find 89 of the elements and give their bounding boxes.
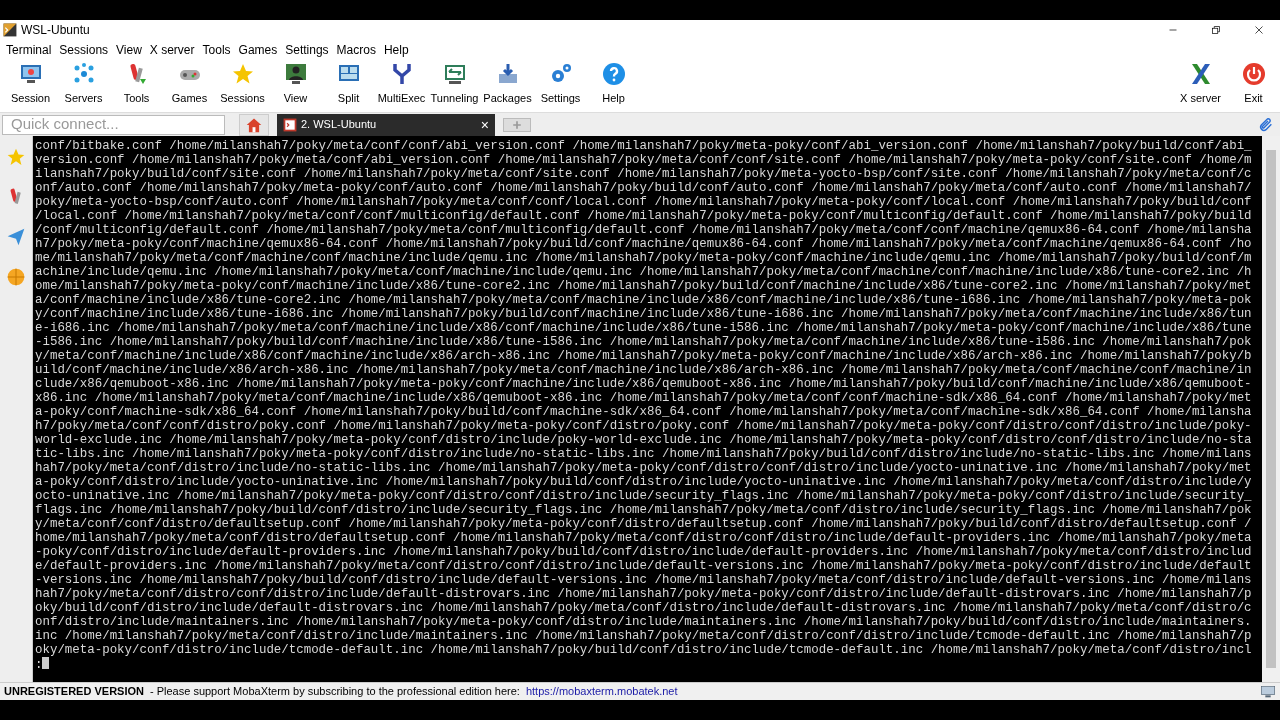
terminal-line: octo-uninative.inc /home/milanshah7/poky/meta-poky/conf/distro/conf/distro/include/security_flags.inc /home/milanshah7/poky/meta-poky/conf/distro/include/security_ (35, 489, 1253, 503)
menu-item[interactable]: Help (379, 41, 413, 59)
paper-plane-icon (6, 227, 26, 247)
star-icon (6, 147, 26, 167)
terminal-line: -versions.inc /home/milanshah7/poky/build/conf/distro/include/default-versions.inc /home/milanshah7/poky/meta/conf/distro/include/default-versions.inc /home/milans (35, 573, 1253, 587)
toolbar-button[interactable]: Exit (1227, 60, 1280, 105)
toolbar-button[interactable]: Session (4, 60, 57, 105)
session-tab[interactable]: 2. WSL-Ubuntu × (277, 113, 495, 136)
monitor-icon (18, 62, 43, 86)
terminal-line: tic-libs.inc /home/milanshah7/poky/meta-poky/conf/distro/include/no-static-libs.inc /home/milanshah7/poky/build/conf/distro/include/no-static-libs.inc /home/milans (35, 447, 1253, 461)
toolbar-button[interactable]: MultiExec (375, 60, 428, 105)
toolbar-button[interactable]: Settings (534, 60, 587, 105)
new-tab-button[interactable] (503, 117, 531, 132)
tab-title: 2. WSL-Ubuntu (301, 117, 377, 133)
terminal-line: /local.conf /home/milanshah7/poky/meta/conf/conf/multiconfig/default.conf /home/milanshah7/poky/meta-poky/conf/multiconfig/default.conf /home/milanshah7/poky/build (35, 209, 1253, 223)
terminal-line: y/conf/machine/include/x86/tune-i686.inc /home/milanshah7/poky/build/conf/machine/include/x86/tune-i686.inc /home/milanshah7/poky/meta/conf/machine/include/x86/tun (35, 307, 1253, 321)
terminal-line: hah7/poky/meta/conf/distro/include/no-static-libs.inc /home/milanshah7/poky/meta-poky/conf/distro/conf/distro/include/yocto-uninative.inc /home/milanshah7/poky/met (35, 461, 1253, 475)
menu-item[interactable]: Tools (198, 41, 235, 59)
terminal-line: y/meta/conf/conf/distro/defaultsetup.conf /home/milanshah7/poky/meta-poky/conf/distro/defaultsetup.conf /home/milanshah7/poky/build/conf/distro/defaultsetup.conf / (35, 517, 1253, 531)
terminal-icon (3, 23, 17, 37)
terminal-line: hah7/poky/meta/conf/distro/conf/distro/include/default-distrovars.inc /home/milanshah7/poky/meta-poky/conf/distro/include/default-distrovars.inc /home/milanshah7/p (35, 587, 1253, 601)
terminal-prompt: : (35, 657, 1262, 672)
terminal-line: home/milanshah7/poky/meta/conf/distro/defaultsetup.conf /home/milanshah7/poky/meta/conf/distro/conf/distro/include/default-providers.inc /home/milanshah7/poky/meta (35, 531, 1253, 545)
terminal-line: world-exclude.inc /home/milanshah7/poky/meta-poky/conf/distro/include/poky-world-exclude.inc /home/milanshah7/poky/meta-poky/conf/distro/conf/distro/include/no-sta (35, 433, 1253, 447)
toolbar-button[interactable]: View (269, 60, 322, 105)
terminal-line: uild/conf/machine/include/x86/arch-x86.inc /home/milanshah7/poky/meta/conf/machine/include/x86/arch-x86.inc /home/milanshah7/poky/meta/conf/machine/conf/machine/in (35, 363, 1253, 377)
terminal-line: x86.inc /home/milanshah7/poky/meta/conf/machine/include/x86/qemuboot-x86.inc /home/milanshah7/poky/meta/conf/conf/machine-sdk/x86_64.conf /home/milanshah7/poky/met (35, 391, 1253, 405)
terminal-icon (283, 117, 297, 132)
terminal-line: inc /home/milanshah7/poky/meta/conf/distro/include/maintainers.inc /home/milanshah7/poky/meta/conf/distro/conf/distro/include/tcmode-default.inc /home/milanshah7/p (35, 629, 1253, 643)
paperclip-icon[interactable] (1258, 116, 1274, 133)
plus-icon (512, 119, 522, 130)
home-icon (245, 116, 263, 133)
help-icon (601, 62, 626, 86)
terminal-line: a-poky/conf/distro/include/yocto-uninative.inc /home/milanshah7/poky/build/conf/distro/include/yocto-uninative.inc /home/milanshah7/poky/meta/conf/distro/include/y (35, 475, 1253, 489)
toolbar-button[interactable]: Split (322, 60, 375, 105)
terminal-line: me/milanshah7/poky/meta/conf/machine/conf/machine/include/qemu.inc /home/milanshah7/poky/meta-poky/conf/machine/include/qemu.inc /home/milanshah7/poky/build/conf/m (35, 251, 1253, 265)
menu-item[interactable]: Terminal (2, 41, 56, 59)
menu-item[interactable]: Settings (281, 41, 333, 59)
terminal-line: ilanshah7/poky/build/conf/site.conf /home/milanshah7/poky/meta/conf/site.conf /home/milanshah7/poky/meta-yocto-bsp/conf/site.conf /home/milanshah7/poky/meta/conf/c (35, 167, 1253, 181)
menu-item[interactable]: Sessions (55, 41, 113, 59)
terminal-line: -i586.inc /home/milanshah7/poky/build/conf/machine/include/x86/tune-i586.inc /home/milanshah7/poky/meta/conf/machine/include/x86/tune-i586.inc /home/milanshah7/pok (35, 335, 1253, 349)
tunnel-icon (442, 62, 467, 86)
terminal-line: conf/bitbake.conf /home/milanshah7/poky/meta/conf/conf/abi_version.conf /home/milanshah7/poky/meta-poky/conf/abi_version.conf /home/milanshah7/poky/build/conf/abi_ (35, 139, 1253, 153)
terminal-line: /conf/multiconfig/default.conf /home/milanshah7/poky/meta/conf/multiconfig/default.conf /home/milanshah7/poky/meta/conf/conf/machine/qemux86-64.conf /home/milansha (35, 223, 1253, 237)
cursor (42, 657, 50, 669)
terminal-line: flags.inc /home/milanshah7/poky/build/conf/distro/include/security_flags.inc /home/milanshah7/poky/meta/conf/distro/include/security_flags.inc /home/milanshah7/pok (35, 503, 1253, 517)
star-icon (230, 62, 255, 86)
toolbar-button[interactable]: Tunneling (428, 60, 481, 105)
terminal-line: h7/poky/meta/conf/conf/distro/poky.conf /home/milanshah7/poky/meta-poky/conf/distro/poky.conf /home/milanshah7/poky/meta-poky/conf/distro/conf/distro/include/poky- (35, 419, 1253, 433)
toolbar-button[interactable]: X server (1174, 60, 1227, 105)
terminal-line: y/meta/conf/machine/include/x86/conf/machine/include/x86/arch-x86.inc /home/milanshah7/poky/meta-poky/conf/machine/include/x86/arch-x86.inc /home/milanshah7/poky/b (35, 349, 1253, 363)
terminal-line: achine/include/qemu.inc /home/milanshah7/poky/meta/conf/machine/include/qemu.inc /home/milanshah7/poky/meta/conf/machine/conf/machine/include/x86/tune-core2.inc /h (35, 265, 1253, 279)
status-message: - Please support MobaXterm by subscribing to the professional edition here: (149, 684, 520, 700)
scroll-thumb[interactable] (1266, 150, 1276, 668)
toolbar-button[interactable]: Sessions (216, 60, 269, 105)
terminal-line: poky/meta-yocto-bsp/conf/auto.conf /home/milanshah7/poky/meta/conf/conf/local.conf /home/milanshah7/poky/meta-poky/conf/local.conf /home/milanshah7/poky/build/conf (35, 195, 1253, 209)
toolbar-button[interactable]: Games (163, 60, 216, 105)
menu-item[interactable]: Games (234, 41, 282, 59)
terminal-line: e-i686.inc /home/milanshah7/poky/meta/conf/machine/include/x86/conf/machine/include/x86/tune-i586.inc /home/milanshah7/poky/meta-poky/conf/machine/include/x86/tune (35, 321, 1253, 335)
terminal-line: a-poky/conf/machine-sdk/x86_64.conf /home/milanshah7/poky/build/conf/machine-sdk/x86_64.conf /home/milanshah7/poky/meta/conf/machine-sdk/x86_64.conf /home/milansha (35, 405, 1253, 419)
terminal-line: onf/auto.conf /home/milanshah7/poky/meta-poky/conf/auto.conf /home/milanshah7/poky/build/conf/auto.conf /home/milanshah7/poky/meta/conf/auto.conf /home/milanshah7/ (35, 181, 1253, 195)
user-icon (283, 62, 308, 86)
terminal-line: a/conf/machine/include/x86/tune-core2.inc /home/milanshah7/poky/meta/conf/machine/include/x86/conf/machine/include/x86/tune-i686.inc /home/milanshah7/poky/meta-pok (35, 293, 1253, 307)
ball-icon (6, 267, 26, 287)
website-link[interactable]: https://mobaxterm.mobatek.net (525, 683, 678, 700)
toolbar-button[interactable]: Servers (57, 60, 110, 105)
tab-close-button[interactable]: × (480, 117, 489, 132)
quick-connect-field[interactable]: Quick connect... (2, 114, 225, 135)
terminal-line: clude/x86/qemuboot-x86.inc /home/milanshah7/poky/meta-poky/conf/machine/include/x86/qemuboot-x86.inc /home/milanshah7/poky/build/conf/machine/include/x86/qemuboot- (35, 377, 1253, 391)
terminal-line: onf/distro/include/maintainers.inc /home/milanshah7/poky/meta-poky/conf/distro/include/maintainers.inc /home/milanshah7/poky/build/conf/distro/include/maintainers. (35, 615, 1253, 629)
window-title: WSL-Ubuntu (21, 22, 90, 39)
unregistered-label: UNREGISTERED VERSION (4, 684, 144, 700)
scrollbar[interactable] (1262, 136, 1280, 682)
terminal-line: e/default-providers.inc /home/milanshah7/poky/meta/conf/distro/conf/distro/include/default-versions.inc /home/milanshah7/poky/meta-poky/conf/distro/include/default (35, 559, 1253, 573)
terminal-line: version.conf /home/milanshah7/poky/meta/conf/abi_version.conf /home/milanshah7/poky/meta/conf/conf/site.conf /home/milanshah7/poky/meta-poky/conf/site.conf /home/m (35, 153, 1253, 167)
toolbar-button[interactable]: Help (587, 60, 640, 105)
menu-item[interactable]: X server (145, 41, 199, 59)
home-tab[interactable] (239, 113, 269, 136)
terminal-line: h7/poky/meta-poky/conf/machine/qemux86-64.conf /home/milanshah7/poky/build/conf/machine/qemux86-64.conf /home/milanshah7/poky/meta/conf/machine/qemux86-64.conf /ho (35, 237, 1253, 251)
menu-item[interactable]: Macros (332, 41, 380, 59)
toolbar-button[interactable]: Packages (481, 60, 534, 105)
terminal-line: oky/meta-poky/conf/distro/include/tcmode-default.inc /home/milanshah7/poky/build/conf/distro/include/tcmode-default.inc /home/milanshah7/poky/meta/conf/distro/incl (35, 643, 1253, 657)
terminal-line: -poky/conf/distro/include/default-providers.inc /home/milanshah7/poky/build/conf/distro/include/default-providers.inc /home/milanshah7/poky/meta/conf/distro/includ (35, 545, 1253, 559)
monitor-icon[interactable] (1260, 684, 1276, 699)
terminal-line: oky/build/conf/distro/include/default-distrovars.inc /home/milanshah7/poky/meta/conf/distro/include/default-distrovars.inc /home/milanshah7/poky/meta/conf/distro/c (35, 601, 1253, 615)
toolbar-button[interactable]: Tools (110, 60, 163, 105)
power-icon (1241, 62, 1266, 86)
terminal-line: ome/milanshah7/poky/meta-poky/conf/machine/include/x86/tune-core2.inc /home/milanshah7/poky/build/conf/machine/include/x86/tune-core2.inc /home/milanshah7/poky/met (35, 279, 1253, 293)
menu-item[interactable]: View (112, 41, 146, 59)
